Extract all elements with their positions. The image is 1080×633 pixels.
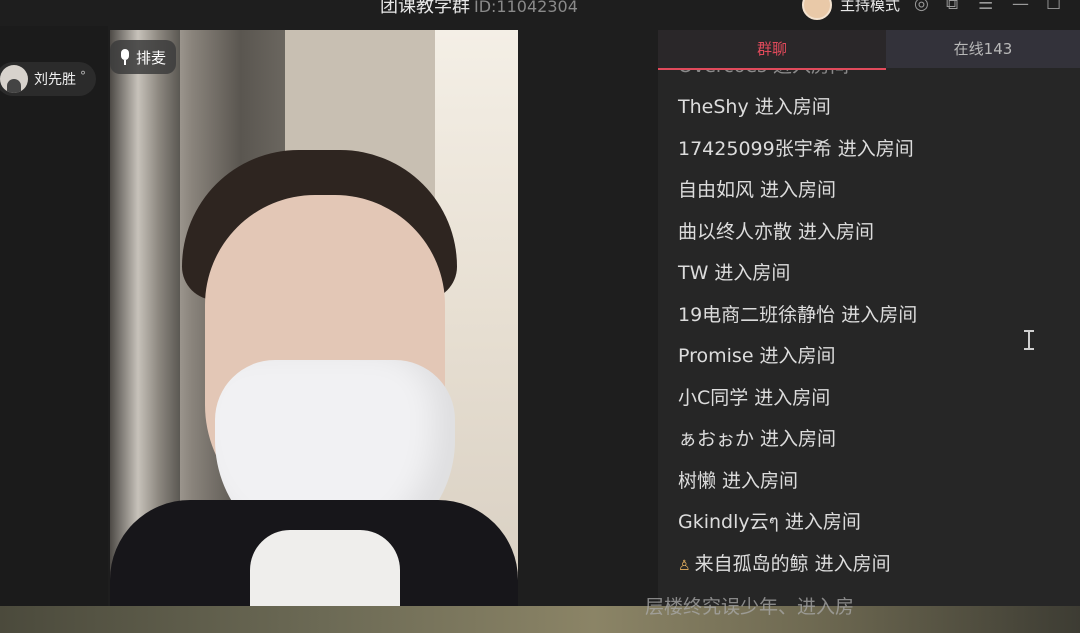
external-icon[interactable]: ⧉ <box>946 0 958 13</box>
menu-icon[interactable]: ☰ <box>978 0 993 13</box>
left-panel: 刘先胜 ° <box>0 26 108 606</box>
title-bar: 团课教学群 ID:11042304 主持模式 ◎ ⧉ ☰ — ☐ <box>0 0 1080 26</box>
list-item: Overcoes 进入房间 <box>678 70 849 78</box>
video-stream: 排麦 <box>110 30 518 606</box>
list-item: ♙ 来自孤岛的鲸 进入房间 <box>678 553 891 575</box>
list-item: 树懒 进入房间 <box>678 470 799 492</box>
microphone-icon <box>120 49 130 65</box>
list-item: 曲以终人亦散 进入房间 <box>678 221 875 243</box>
bottom-strip: 层楼终究误少年、进入房 <box>0 596 1080 633</box>
mic-queue-label: 排麦 <box>135 48 166 67</box>
list-item: ぁおぉか 进入房间 <box>678 428 837 450</box>
tab-online[interactable]: 在线143 <box>886 30 1080 68</box>
room-id: ID:11042304 <box>474 0 578 16</box>
host-mode-button[interactable]: 主持模式 <box>840 0 900 15</box>
list-item: TheShy 进入房间 <box>678 96 831 118</box>
host-avatar[interactable] <box>802 0 832 20</box>
list-item: Promise 进入房间 <box>678 345 836 367</box>
tab-group-chat[interactable]: 群聊 <box>658 30 886 68</box>
list-item: 17425099张宇希 进入房间 <box>678 138 914 160</box>
message-list[interactable]: Overcoes 进入房间 TheShy进入房间 17425099张宇希进入房间… <box>658 70 1080 606</box>
list-item: Gkindly云ๆ 进入房间 <box>678 511 861 533</box>
list-item: TW 进入房间 <box>678 262 791 284</box>
room-name: 团课教学群 <box>380 0 470 17</box>
list-item-partial: 层楼终究误少年、进入房 <box>645 596 855 618</box>
speaker-chip[interactable]: 刘先胜 ° <box>0 62 96 96</box>
speaker-name: 刘先胜 ° <box>34 69 86 88</box>
avatar <box>0 65 28 93</box>
list-item: 小C同学 进入房间 <box>678 387 831 409</box>
chat-panel: 群聊 在线143 Overcoes 进入房间 TheShy进入房间 174250… <box>658 30 1080 606</box>
mic-queue-button[interactable]: 排麦 <box>110 40 176 74</box>
settings-icon[interactable]: ◎ <box>914 0 929 13</box>
text-cursor-icon <box>1022 328 1036 352</box>
list-item: 19电商二班徐静怡 进入房间 <box>678 304 918 326</box>
user-badge-icon: ♙ <box>678 558 691 574</box>
chat-tabs: 群聊 在线143 <box>658 30 1080 68</box>
room-title: 团课教学群 ID:11042304 <box>380 0 578 17</box>
list-item: 自由如风 进入房间 <box>678 179 837 201</box>
minimize-icon[interactable]: — <box>1012 0 1029 13</box>
maximize-icon[interactable]: ☐ <box>1046 0 1061 13</box>
